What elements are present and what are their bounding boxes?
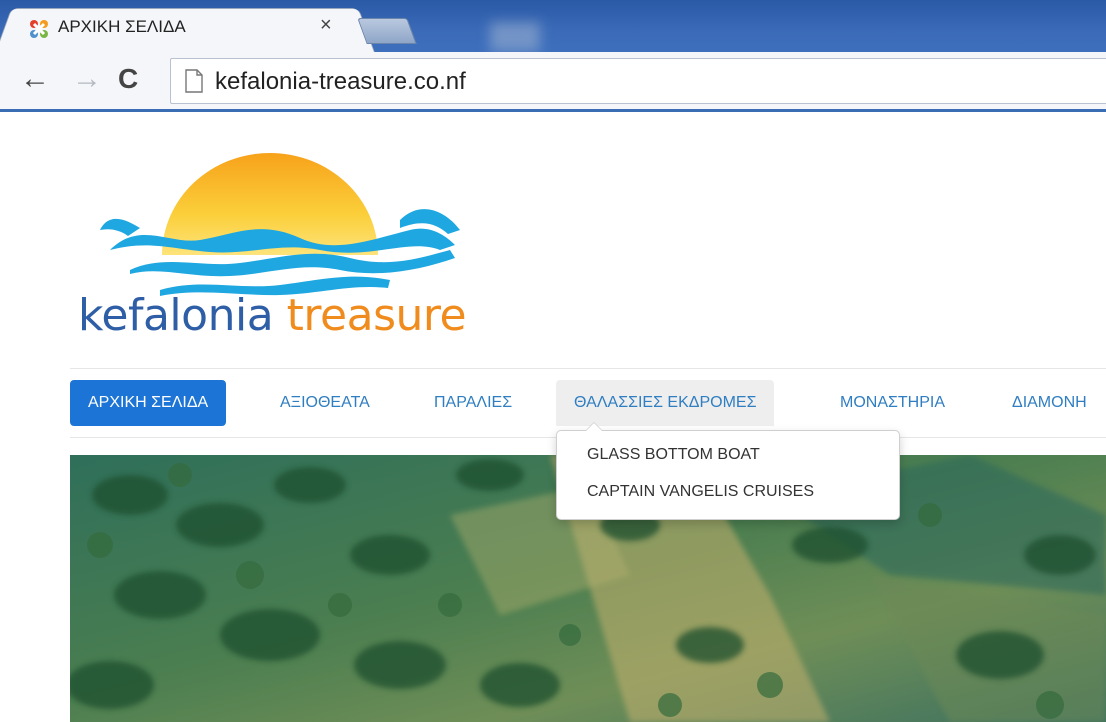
dropdown-item-captain-vangelis[interactable]: CAPTAIN VANGELIS CRUISES [587,483,814,501]
site-logo[interactable]: kefalonia treasure [70,150,470,360]
logo-wordmark: kefalonia treasure [78,290,467,341]
browser-tabstrip: ΑΡΧΙΚΗ ΣΕΛΙΔΑ × [0,0,1106,52]
nav-item-home[interactable]: ΑΡΧΙΚΗ ΣΕΛΙΔΑ [70,380,227,426]
tabstrip-shadow [490,22,540,52]
url-text: kefalonia-treasure.co.nf [215,68,466,95]
reload-icon[interactable]: C [118,64,138,94]
nav-item-beaches[interactable]: ΠΑΡΑΛΙΕΣ [416,380,530,426]
new-tab-button[interactable] [357,18,417,44]
sea-excursions-dropdown: GLASS BOTTOM BOAT CAPTAIN VANGELIS CRUIS… [556,422,900,520]
forward-arrow-icon[interactable]: → [72,64,102,94]
page-icon [185,69,203,93]
nav-item-sea-excursions[interactable]: ΘΑΛΑΣΣΙΕΣ ΕΚΔΡΟΜΕΣ [556,380,775,426]
back-arrow-icon[interactable]: ← [20,64,50,94]
nav-item-accommodation[interactable]: ΔΙΑΜΟΝΗ [994,380,1105,426]
joomla-icon [30,20,48,38]
sun-waves-logo-graphic [100,153,460,296]
logo-word-treasure: treasure [286,290,467,341]
dropdown-item-glass-bottom-boat[interactable]: GLASS BOTTOM BOAT [587,446,760,464]
nav-item-monasteries[interactable]: ΜΟΝΑΣΤΗΡΙΑ [822,380,963,426]
browser-toolbar: ← → C kefalonia-treasure.co.nf [0,52,1106,112]
logo-word-kefalonia: kefalonia [78,290,274,341]
close-icon[interactable]: × [320,14,332,37]
nav-item-sights[interactable]: ΑΞΙΟΘΕΑΤΑ [262,380,388,426]
tab-title: ΑΡΧΙΚΗ ΣΕΛΙΔΑ [58,17,186,36]
address-bar[interactable]: kefalonia-treasure.co.nf [170,58,1106,104]
